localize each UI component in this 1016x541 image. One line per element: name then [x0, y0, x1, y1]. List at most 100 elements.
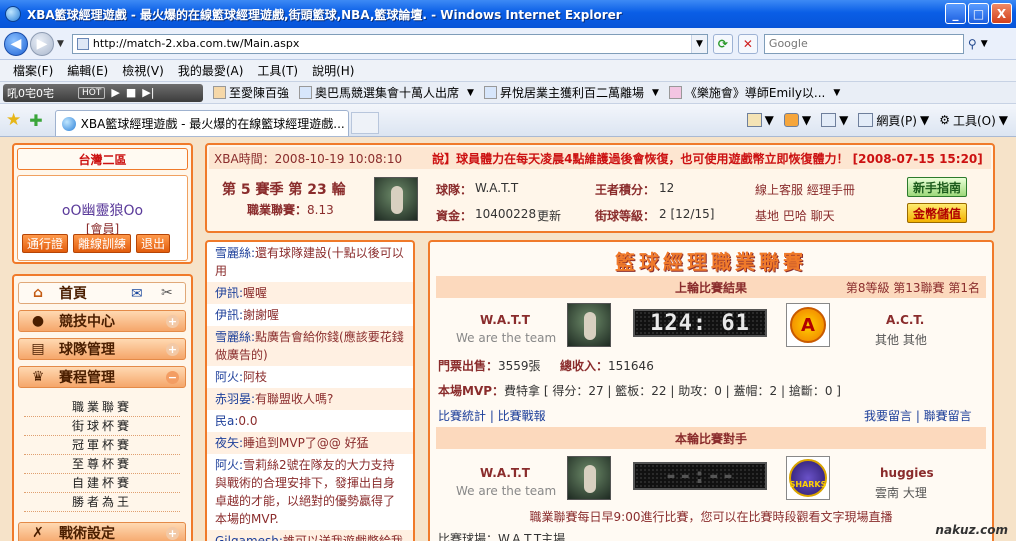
offline-training-button[interactable]: 離線訓練	[73, 234, 132, 253]
chat-text: 誰可以送我遊戲幣給我	[282, 534, 403, 541]
radio-widget[interactable]: 吼0宅0宅 HOT ▶ ■ ▶|	[3, 83, 203, 102]
chat-text: 0.0	[238, 414, 258, 428]
next-icon[interactable]: ▶|	[142, 86, 154, 99]
username[interactable]: oO幽靈狼Oo	[18, 200, 187, 220]
newbie-guide-button[interactable]: 新手指南	[907, 177, 967, 197]
link-item-2[interactable]: 奧巴馬競選集會十萬人出席 ▼	[299, 84, 474, 101]
stop-button[interactable]: ✕	[737, 33, 758, 54]
menu-edit[interactable]: 編輯(E)	[62, 62, 113, 79]
link-label: 《樂施會》導師Emily以...	[684, 86, 826, 100]
next-home-team-name[interactable]: W.A.T.T	[480, 466, 530, 480]
expand-icon[interactable]: +	[166, 315, 179, 328]
tools-icon[interactable]: ✂	[161, 285, 173, 301]
submenu-supreme-cup[interactable]: 至尊杯賽	[24, 455, 180, 474]
funds-refresh-link[interactable]: 更新	[537, 207, 561, 224]
expand-icon[interactable]: +	[166, 343, 179, 356]
minimize-button[interactable]: _	[945, 3, 966, 24]
link-item-3[interactable]: 昇悅居業主獲利百二萬離場 ▼	[483, 84, 659, 101]
sidebar-item-home[interactable]: ⌂ 首頁 ✉ ✂	[18, 282, 186, 304]
sidebar-item-team[interactable]: ▤ 球隊管理 +	[18, 338, 186, 360]
service-links[interactable]: 線上客服 經理手冊	[755, 181, 855, 198]
link-item-1[interactable]: 至愛陳百強	[213, 84, 289, 101]
chat-nickname[interactable]: 雪麗絲:	[215, 246, 255, 260]
chat-nickname[interactable]: 民a:	[215, 414, 238, 428]
collapse-icon[interactable]: −	[166, 371, 179, 384]
act-logo-mark: A	[790, 307, 826, 343]
forward-button[interactable]: ▶	[30, 31, 54, 56]
submenu-custom-cup[interactable]: 自建杯賽	[24, 474, 180, 493]
gold-topup-button[interactable]: 金幣儲值	[907, 203, 967, 223]
home-button[interactable]: ▼	[746, 113, 774, 127]
player-avatar[interactable]	[374, 177, 418, 221]
favorites-star-icon[interactable]: ★	[6, 110, 21, 130]
add-favorite-icon[interactable]: ✚	[29, 111, 42, 130]
chat-nickname[interactable]: 赤羽晏:	[215, 392, 255, 406]
chat-nickname[interactable]: 伊訊:	[215, 308, 243, 322]
total-income: 總收入：151646	[560, 357, 654, 374]
chevron-down-icon[interactable]: ▼	[652, 88, 659, 98]
next-opponent-name[interactable]: huggies	[880, 466, 934, 480]
away-team-location: 其他 其他	[875, 333, 927, 347]
sidebar-item-tactics[interactable]: ✗ 戰術設定 +	[18, 522, 186, 541]
mail-icon[interactable]: ✉	[131, 286, 143, 302]
menu-view[interactable]: 檢視(V)	[117, 62, 169, 79]
chat-nickname[interactable]: 伊訊:	[215, 286, 243, 300]
home-team-name[interactable]: W.A.T.T	[480, 313, 530, 327]
close-button[interactable]: X	[991, 3, 1012, 24]
tools-menu-button[interactable]: ⚙ 工具(O) ▼	[939, 112, 1008, 129]
search-box	[763, 33, 964, 54]
tools-menu-label: 工具(O)	[952, 113, 996, 128]
feeds-button[interactable]: ▼	[783, 113, 811, 127]
passport-button[interactable]: 通行證	[22, 234, 69, 253]
radio-hot-badge[interactable]: HOT	[78, 86, 106, 99]
print-button[interactable]: ▼	[821, 113, 848, 127]
search-icon[interactable]: ⚲	[968, 37, 977, 51]
sidebar-item-schedule[interactable]: ♛ 賽程管理 −	[18, 366, 186, 388]
chat-nickname[interactable]: 雪麗絲:	[215, 330, 255, 344]
menu-favorites[interactable]: 我的最愛(A)	[173, 62, 249, 79]
link-item-4[interactable]: 《樂施會》導師Emily以... ▼	[668, 84, 840, 101]
url-input[interactable]	[92, 35, 691, 52]
submenu-champion-cup[interactable]: 冠軍杯賽	[24, 436, 180, 455]
back-button[interactable]: ◀	[4, 31, 28, 56]
chevron-down-icon[interactable]: ▼	[467, 88, 474, 98]
menu-help[interactable]: 說明(H)	[307, 62, 359, 79]
chat-nickname[interactable]: 阿火:	[215, 458, 243, 472]
sharks-team-logo[interactable]: SHARKS	[786, 456, 830, 500]
chevron-down-icon[interactable]: ▼	[833, 88, 840, 98]
menu-file[interactable]: 檔案(F)	[8, 62, 58, 79]
chat-nickname[interactable]: Gilgamesh:	[215, 534, 283, 541]
announcement-ticker[interactable]: 說】球員體力在每天凌晨4點維護過後會恢復，也可使用遊戲幣立即恢復體力！ [200…	[432, 150, 983, 167]
history-dropdown-icon[interactable]: ▼	[57, 39, 64, 49]
sidebar-item-arena[interactable]: ● 競技中心 +	[18, 310, 186, 332]
submenu-winner-king[interactable]: 勝者為王	[24, 493, 180, 512]
menu-tools[interactable]: 工具(T)	[252, 62, 303, 79]
refresh-button[interactable]: ⟳	[712, 33, 733, 54]
maximize-button[interactable]: □	[968, 3, 989, 24]
comment-links[interactable]: 我要留言 | 聯賽留言	[864, 407, 972, 424]
stop-icon[interactable]: ■	[126, 86, 136, 99]
search-dropdown-icon[interactable]: ▼	[981, 39, 988, 49]
chat-message: 雪麗絲:點廣告會給你錢(應該要花錢做廣告的)	[207, 326, 413, 366]
tab-page-icon	[61, 116, 76, 131]
away-team-name[interactable]: A.C.T.	[886, 313, 924, 327]
chat-nickname[interactable]: 阿火:	[215, 370, 243, 384]
chat-text: 謝謝喔	[243, 308, 280, 322]
home-player-image[interactable]	[567, 303, 611, 347]
play-icon[interactable]: ▶	[111, 86, 119, 99]
submenu-street-cup[interactable]: 街球杯賽	[24, 417, 180, 436]
expand-icon[interactable]: +	[166, 527, 179, 540]
page-menu-button[interactable]: 網頁(P) ▼	[858, 112, 929, 129]
next-match-score: --:--	[633, 462, 767, 490]
submenu-pro-league[interactable]: 職業聯賽	[24, 398, 180, 417]
next-home-player-image[interactable]	[567, 456, 611, 500]
base-links[interactable]: 基地 巴哈 聊天	[755, 207, 835, 224]
search-input[interactable]	[764, 37, 941, 50]
match-stats-links[interactable]: 比賽統計 | 比賽戰報	[438, 407, 546, 424]
act-team-logo[interactable]: A	[786, 303, 830, 347]
chat-nickname[interactable]: 夜矢:	[215, 436, 243, 450]
logout-button[interactable]: 退出	[136, 234, 171, 253]
url-dropdown-icon[interactable]: ▼	[690, 34, 707, 53]
new-tab-button[interactable]	[350, 112, 379, 134]
tab-active[interactable]: XBA籃球經理遊戲 - 最火爆的在線籃球經理遊戲...	[54, 110, 349, 136]
